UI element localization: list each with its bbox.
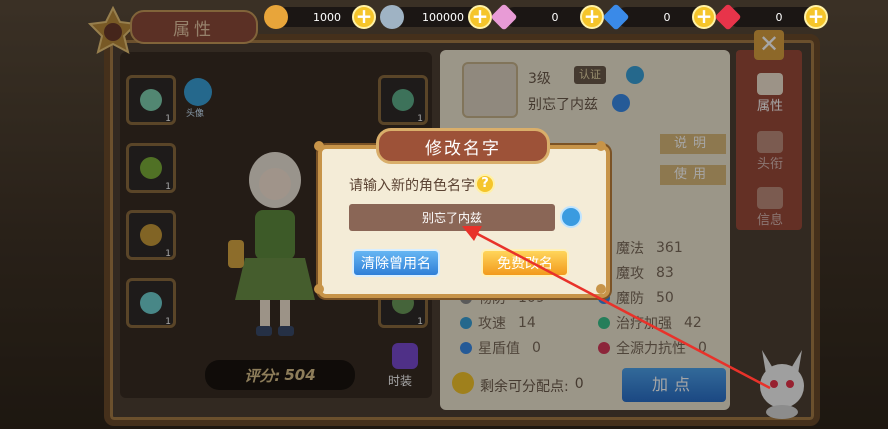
dialog-corner	[314, 141, 324, 151]
red-gem-value: 0	[775, 10, 783, 24]
rename-prompt: 请输入新的角色名字	[349, 178, 475, 194]
view-history-icon[interactable]	[560, 206, 582, 228]
add-red-gem-button[interactable]: +	[804, 5, 828, 29]
dialog-corner	[314, 284, 324, 294]
dialog-title: 修改名字	[376, 128, 550, 164]
add-blue-gem-button[interactable]: +	[692, 5, 716, 29]
pink-gem-value: 0	[551, 10, 559, 24]
help-icon[interactable]: ?	[475, 174, 495, 194]
add-pink-gem-button[interactable]: +	[580, 5, 604, 29]
clear-used-names-button[interactable]: 清除曾用名	[352, 249, 440, 277]
silver-value: 100000	[422, 10, 464, 24]
add-silver-button[interactable]: +	[468, 5, 492, 29]
blue-gem-value: 0	[663, 10, 671, 24]
free-rename-button[interactable]: 免费改名	[481, 249, 569, 277]
gold-value: 1000	[313, 10, 341, 24]
dialog-corner	[596, 141, 606, 151]
new-name-input[interactable]	[349, 204, 555, 231]
dialog-corner	[596, 284, 606, 294]
gold-coin-icon	[264, 5, 288, 29]
silver-coin-icon	[380, 5, 404, 29]
add-gold-button[interactable]: +	[352, 5, 376, 29]
